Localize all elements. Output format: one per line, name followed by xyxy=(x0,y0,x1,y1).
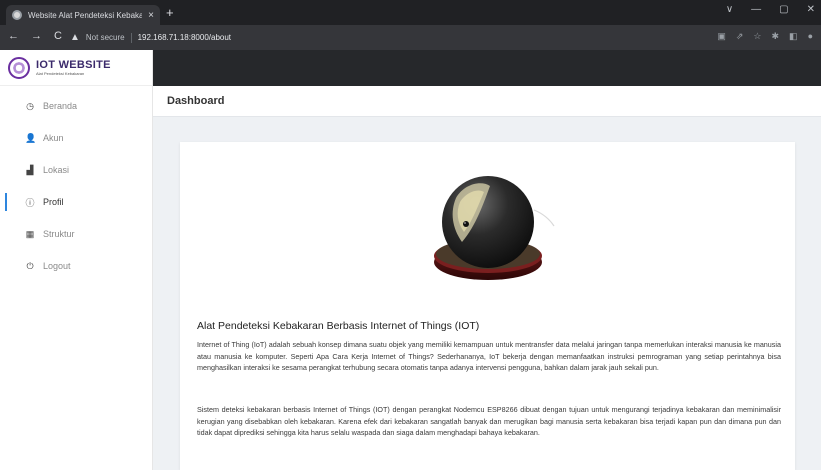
nav-buttons: ← → C xyxy=(8,30,62,42)
window-controls: ∨ — ▢ ✕ xyxy=(726,4,815,15)
sidebar-item-label: Profil xyxy=(43,197,64,207)
omnibox-divider xyxy=(130,32,132,43)
fire-detector-device-image xyxy=(434,176,555,280)
translate-icon[interactable]: ▣ xyxy=(717,31,726,42)
info-icon: ⓘ xyxy=(25,197,35,208)
sidebar-item-struktur[interactable]: ▦ Struktur xyxy=(0,218,152,250)
security-label[interactable]: Not secure xyxy=(86,33,125,42)
article-paragraph: Sistem deteksi kebakaran berbasis Intern… xyxy=(197,405,781,437)
share-icon[interactable]: ⇗ xyxy=(736,31,744,42)
sidebar-item-logout[interactable]: ⏻ Logout xyxy=(0,250,152,282)
sidebar-item-label: Beranda xyxy=(43,101,78,111)
url-text[interactable]: 192.168.71.18:8000/about xyxy=(138,33,231,42)
browser-tab[interactable]: Website Alat Pendeteksi Kebaka × xyxy=(6,5,160,25)
reload-icon[interactable]: C xyxy=(54,30,62,42)
about-card: Alat Pendeteksi Kebakaran Berbasis Inter… xyxy=(180,142,795,470)
extensions-icon[interactable]: ✱ xyxy=(772,31,780,42)
profile-icon[interactable]: ● xyxy=(808,31,813,42)
sidebar-item-label: Akun xyxy=(43,133,64,143)
sidebar-item-lokasi[interactable]: ▟ Lokasi xyxy=(0,154,152,186)
content-header: Dashboard xyxy=(153,86,821,117)
top-navbar xyxy=(153,50,821,86)
article-title: Alat Pendeteksi Kebakaran Berbasis Inter… xyxy=(197,320,480,332)
map-icon: ▟ xyxy=(26,164,34,175)
close-window-button[interactable]: ✕ xyxy=(807,4,815,15)
sidebar-toggle-icon[interactable]: ◧ xyxy=(789,31,798,42)
brand-title: IOT WEBSITE xyxy=(36,59,111,71)
sidebar-item-akun[interactable]: 👤 Akun xyxy=(0,122,152,154)
new-tab-button[interactable]: + xyxy=(166,6,174,20)
clock-icon: ◷ xyxy=(26,100,34,111)
power-icon: ⏻ xyxy=(26,260,34,271)
maximize-button[interactable]: ▢ xyxy=(779,4,788,15)
page-title: Dashboard xyxy=(167,95,225,107)
sidebar-item-label: Lokasi xyxy=(43,165,70,175)
forward-icon[interactable]: → xyxy=(31,30,42,42)
brand-subtitle: Alat Pendeteksi Kebakaran xyxy=(36,71,85,76)
warning-icon[interactable]: ▲ xyxy=(70,32,80,43)
browser-tab-bar: Website Alat Pendeteksi Kebaka × + ∨ — ▢… xyxy=(0,0,821,25)
table-icon: ▦ xyxy=(25,228,35,239)
tab-title: Website Alat Pendeteksi Kebaka xyxy=(28,10,143,20)
tab-search-icon[interactable]: ∨ xyxy=(726,4,733,15)
brand-text: IOT WEBSITE Alat Pendeteksi Kebakaran xyxy=(36,59,111,76)
globe-icon xyxy=(12,10,22,20)
sidebar-item-label: Struktur xyxy=(43,229,75,239)
sidebar-item-profil[interactable]: ⓘ Profil xyxy=(0,186,152,218)
sidebar: IOT WEBSITE Alat Pendeteksi Kebakaran ◷ … xyxy=(0,50,153,470)
star-icon[interactable]: ☆ xyxy=(753,31,761,42)
extension-icons: ▣ ⇗ ☆ ✱ ◧ ● xyxy=(717,31,813,42)
sidebar-menu: ◷ Beranda 👤 Akun ▟ Lokasi ⓘ Profil ▦ Str… xyxy=(0,90,152,282)
address-bar: ← → C ▲ Not secure 192.168.71.18:8000/ab… xyxy=(0,25,821,50)
back-icon[interactable]: ← xyxy=(8,30,19,42)
omnibox[interactable]: ▲ Not secure 192.168.71.18:8000/about xyxy=(70,29,750,46)
minimize-button[interactable]: — xyxy=(751,4,761,15)
brand[interactable]: IOT WEBSITE Alat Pendeteksi Kebakaran xyxy=(0,50,152,86)
user-icon: 👤 xyxy=(25,132,37,143)
sidebar-item-beranda[interactable]: ◷ Beranda xyxy=(0,90,152,122)
logo-icon xyxy=(8,56,30,79)
article-paragraph: Internet of Thing (IoT) adalah sebuah ko… xyxy=(197,340,781,372)
close-tab-icon[interactable]: × xyxy=(148,10,154,21)
sidebar-item-label: Logout xyxy=(43,261,71,271)
